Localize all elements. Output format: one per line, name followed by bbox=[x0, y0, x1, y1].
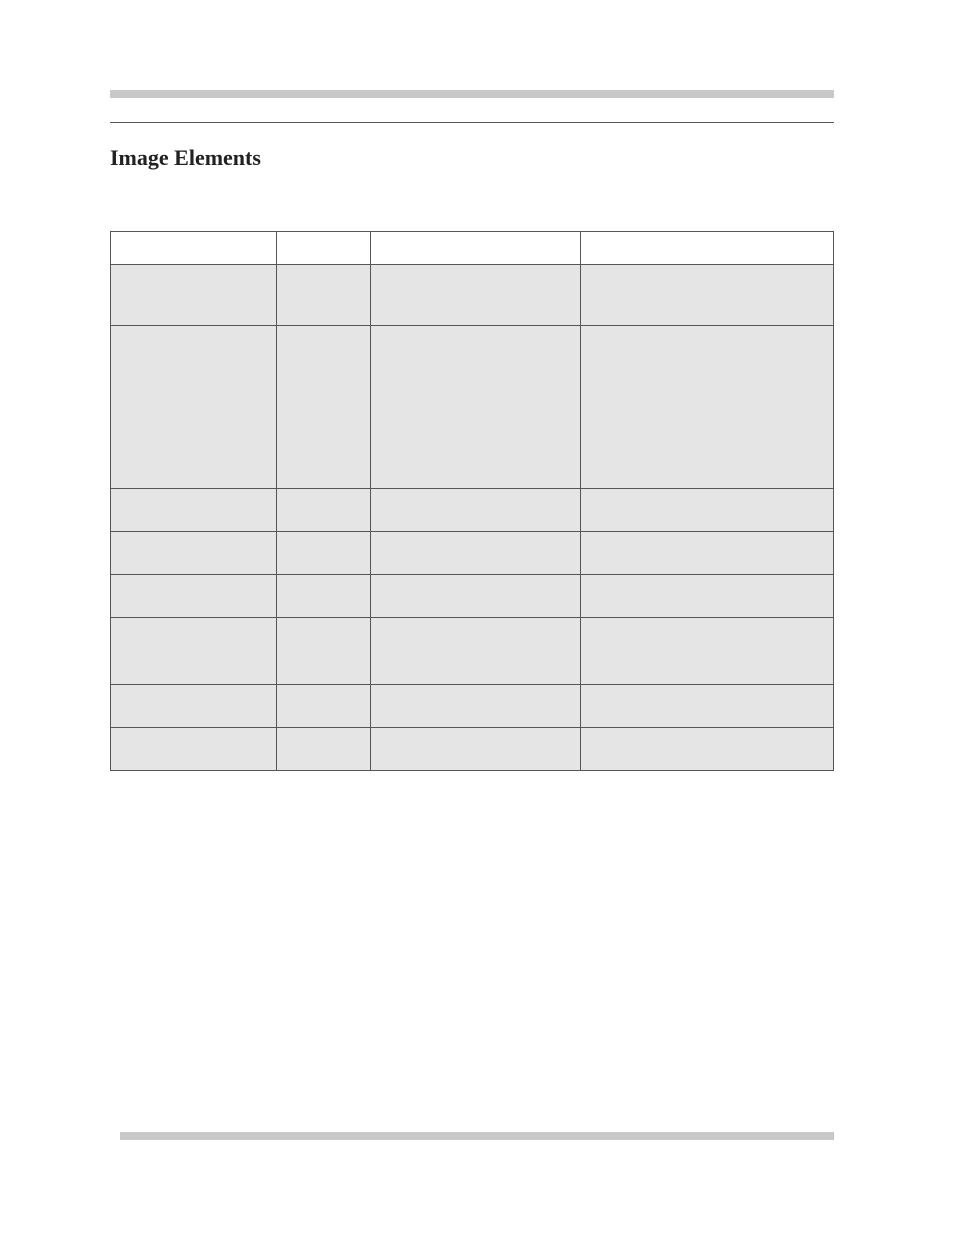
table-row bbox=[111, 265, 834, 326]
table-cell bbox=[580, 326, 833, 489]
table-cell bbox=[111, 575, 277, 618]
table-cell bbox=[371, 532, 581, 575]
table-cell bbox=[111, 618, 277, 685]
table-cell bbox=[371, 265, 581, 326]
table-cell bbox=[277, 618, 371, 685]
table-row bbox=[111, 728, 834, 771]
table-cell bbox=[111, 532, 277, 575]
table-cell bbox=[580, 575, 833, 618]
table-cell bbox=[277, 685, 371, 728]
table-body bbox=[111, 265, 834, 771]
table-cell bbox=[580, 532, 833, 575]
table-cell bbox=[371, 575, 581, 618]
table-cell bbox=[277, 326, 371, 489]
thin-rule bbox=[110, 122, 834, 123]
spec-table bbox=[110, 231, 834, 771]
table-cell bbox=[111, 685, 277, 728]
table-header-cell bbox=[371, 232, 581, 265]
table-cell bbox=[580, 489, 833, 532]
table-cell bbox=[111, 326, 277, 489]
table-header-cell bbox=[277, 232, 371, 265]
table-row bbox=[111, 326, 834, 489]
table-cell bbox=[371, 326, 581, 489]
table-row bbox=[111, 532, 834, 575]
table-cell bbox=[371, 618, 581, 685]
table-cell bbox=[111, 265, 277, 326]
table-head bbox=[111, 232, 834, 265]
table-cell bbox=[371, 728, 581, 771]
table-row bbox=[111, 685, 834, 728]
table-cell bbox=[111, 728, 277, 771]
table-header-cell bbox=[111, 232, 277, 265]
table-row bbox=[111, 575, 834, 618]
table-cell bbox=[277, 265, 371, 326]
section-heading: Image Elements bbox=[110, 145, 834, 171]
table-cell bbox=[111, 489, 277, 532]
table-row bbox=[111, 489, 834, 532]
table-cell bbox=[371, 685, 581, 728]
table-cell bbox=[580, 618, 833, 685]
table-cell bbox=[277, 728, 371, 771]
table-cell bbox=[580, 265, 833, 326]
table-cell bbox=[580, 685, 833, 728]
top-thick-rule bbox=[110, 90, 834, 98]
table-cell bbox=[277, 532, 371, 575]
table-cell bbox=[277, 575, 371, 618]
table-header-cell bbox=[580, 232, 833, 265]
table-row bbox=[111, 618, 834, 685]
table-cell bbox=[371, 489, 581, 532]
table-cell bbox=[580, 728, 833, 771]
table-cell bbox=[277, 489, 371, 532]
bottom-thick-rule bbox=[120, 1132, 834, 1140]
page: Image Elements bbox=[0, 0, 954, 1235]
